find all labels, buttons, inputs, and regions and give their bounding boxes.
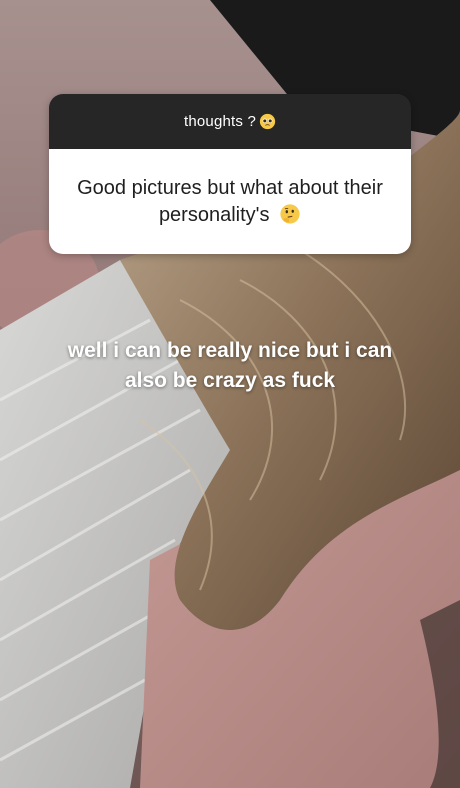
caption-line-1: well i can be really nice but i can <box>67 339 393 362</box>
question-prompt-text: thoughts ? <box>183 113 257 130</box>
caption-line-2: also be crazy as fuck <box>124 369 336 392</box>
story-caption: well i can be really nice but i can also… <box>20 336 440 396</box>
thinking-face-emoji-icon <box>280 203 300 224</box>
pleading-face-emoji-icon <box>259 113 276 130</box>
question-prompt: thoughts ? <box>49 94 411 149</box>
question-sticker[interactable]: thoughts ? Good pictures but what about … <box>49 94 411 254</box>
story-view: thoughts ? Good pictures but what about … <box>0 0 460 788</box>
answer-text: Good pictures but what about their perso… <box>77 176 383 226</box>
answer-area: Good pictures but what about their perso… <box>49 149 411 254</box>
